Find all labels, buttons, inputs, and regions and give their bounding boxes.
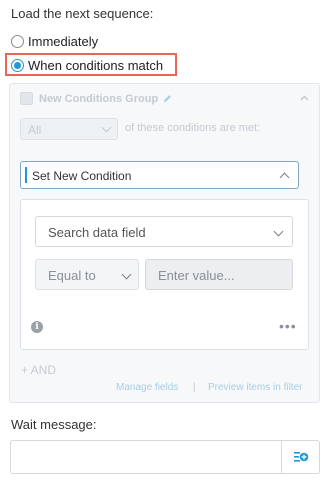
radio-when-conditions-match[interactable]: When conditions match [11,58,163,73]
chevron-down-icon [101,122,112,133]
more-icon[interactable]: ••• [279,318,297,334]
operator-select[interactable]: Equal to [35,259,139,290]
group-header: New Conditions Group [20,92,172,105]
match-suffix-text: of these conditions are met: [125,122,261,134]
match-mode-select[interactable]: All [20,118,118,140]
field-placeholder: Search data field [48,225,146,240]
link-separator: | [193,382,196,393]
group-checkbox[interactable] [20,92,33,105]
chevron-up-icon [279,172,290,183]
chevron-down-icon [121,269,132,280]
radio-label: Immediately [28,34,99,49]
add-and-link[interactable]: + AND [21,363,56,377]
radio-button[interactable] [11,59,24,72]
add-variable-icon [293,452,308,462]
radio-label: When conditions match [28,58,164,73]
value-placeholder: Enter value... [158,268,235,283]
group-title: New Conditions Group [39,92,159,105]
sequence-heading: Load the next sequence: [11,6,154,21]
info-icon[interactable]: i [31,321,43,333]
chevron-down-icon [273,226,284,237]
value-input[interactable]: Enter value... [145,259,293,290]
preview-items-link[interactable]: Preview items in filter [208,382,302,393]
manage-fields-link[interactable]: Manage fields [116,382,178,393]
radio-button[interactable] [11,35,24,48]
set-condition-select[interactable]: Set New Condition [20,161,299,189]
collapse-chevron-up-icon[interactable] [300,95,309,101]
pencil-icon[interactable] [163,94,172,103]
match-mode-value: All [28,123,42,137]
wait-message-input[interactable] [10,440,281,474]
set-condition-value: Set New Condition [32,169,132,183]
operator-value: Equal to [48,268,96,283]
search-data-field-input[interactable]: Search data field [35,216,293,247]
add-variable-button[interactable] [281,440,320,474]
wait-message-label: Wait message: [11,417,97,432]
radio-immediately[interactable]: Immediately [11,34,98,49]
